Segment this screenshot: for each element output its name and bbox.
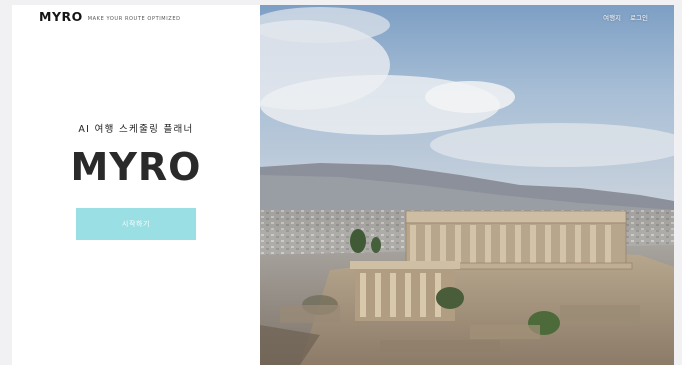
brand-logo[interactable]: MYRO [39,10,83,24]
hero-subtitle: AI 여행 스케줄링 플래너 [78,124,194,135]
hero-title: MYRO [70,145,202,189]
top-nav: 여행지 로그인 [603,12,648,22]
brand[interactable]: MYRO MAKE YOUR ROUTE OPTIMIZED [39,10,181,24]
start-button[interactable]: 시작하기 [76,208,196,240]
acropolis-photo [260,5,674,365]
brand-tagline: MAKE YOUR ROUTE OPTIMIZED [87,16,181,22]
parthenon [399,210,633,270]
nav-login-link[interactable]: 로그인 [630,12,648,22]
nav-destinations-link[interactable]: 여행지 [603,12,621,22]
landing-page: MYRO MAKE YOUR ROUTE OPTIMIZED AI 여행 스케줄… [12,5,674,365]
intro-panel: MYRO MAKE YOUR ROUTE OPTIMIZED AI 여행 스케줄… [12,5,260,365]
hero-image: 여행지 로그인 [260,5,674,365]
